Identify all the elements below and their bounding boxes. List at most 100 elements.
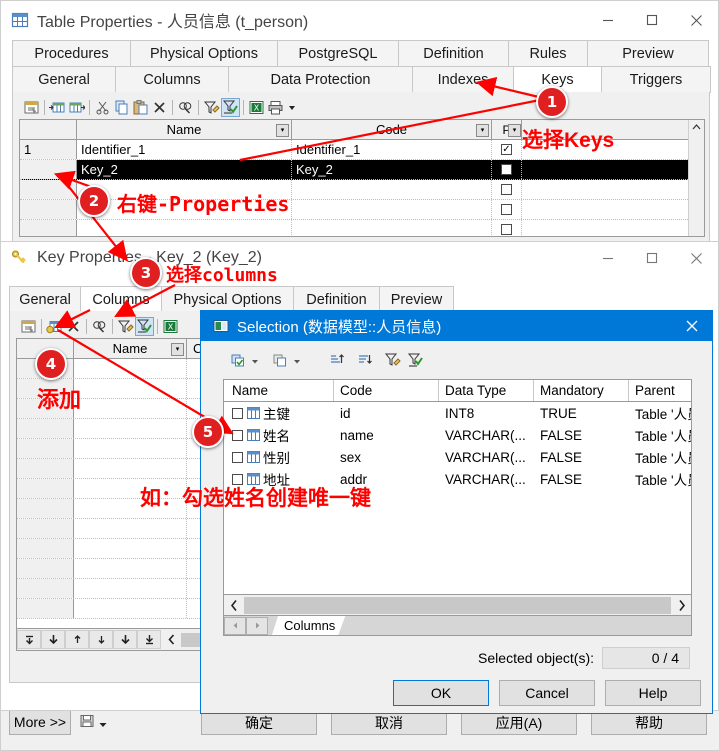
scroll-up-icon[interactable] <box>689 120 704 135</box>
row-code[interactable]: Key_2 <box>292 160 492 179</box>
tab-definition[interactable]: Definition <box>293 286 380 312</box>
chevron-left-icon[interactable] <box>224 599 244 612</box>
row-checkbox[interactable] <box>232 407 243 419</box>
print-icon[interactable] <box>267 99 284 116</box>
last-icon[interactable] <box>137 630 161 649</box>
row-name[interactable] <box>74 579 187 598</box>
row-primary-checkbox-cell[interactable] <box>492 200 522 219</box>
row-name[interactable] <box>74 599 187 618</box>
first-icon[interactable] <box>17 630 41 649</box>
paste-icon[interactable] <box>132 99 149 116</box>
ok-button[interactable]: 确定 <box>201 711 317 735</box>
checkbox-unchecked[interactable] <box>501 164 512 175</box>
row-code[interactable] <box>292 180 492 199</box>
properties-icon[interactable] <box>20 318 37 335</box>
find-icon[interactable] <box>177 99 194 116</box>
row-name[interactable] <box>74 399 187 418</box>
row-primary-checkbox-cell[interactable]: ✓ <box>492 140 522 159</box>
row-primary-checkbox-cell[interactable] <box>492 180 522 199</box>
filter-icon[interactable] <box>384 352 401 369</box>
row-checkbox[interactable] <box>232 429 243 441</box>
sort-asc-icon[interactable] <box>328 352 345 369</box>
tab-preview[interactable]: Preview <box>379 286 454 312</box>
row-name[interactable] <box>74 559 187 578</box>
close-icon[interactable] <box>672 311 712 341</box>
tab-procedures[interactable]: Procedures <box>12 40 131 67</box>
add-row-icon[interactable] <box>68 99 86 116</box>
tab-general[interactable]: General <box>12 66 116 93</box>
row-name[interactable] <box>74 419 187 438</box>
next-icon[interactable] <box>89 630 113 649</box>
cancel-button[interactable]: 取消 <box>331 711 447 735</box>
row-name[interactable] <box>74 519 187 538</box>
dropdown-arrow-icon[interactable] <box>291 352 303 369</box>
tab-rules[interactable]: Rules <box>508 40 588 67</box>
apply-filter-icon[interactable] <box>407 352 424 369</box>
excel-export-icon[interactable]: X <box>162 318 179 335</box>
properties-icon[interactable] <box>23 99 40 116</box>
row-name[interactable] <box>74 359 187 378</box>
maximize-button[interactable] <box>630 242 674 274</box>
add-columns-icon[interactable] <box>46 318 63 335</box>
list-item[interactable]: 主键 id INT8 TRUE Table '人员 <box>224 402 691 424</box>
row-primary-checkbox-cell[interactable] <box>492 160 522 179</box>
row-code[interactable] <box>292 220 492 236</box>
grid-header-code[interactable]: Code ▾ <box>292 120 492 139</box>
row-primary-checkbox-cell[interactable] <box>492 220 522 236</box>
prev-page-icon[interactable] <box>41 630 65 649</box>
checkbox-unchecked[interactable] <box>501 224 512 235</box>
triangle-right-icon[interactable] <box>246 616 268 635</box>
excel-export-icon[interactable]: X <box>248 99 265 116</box>
filter-icon[interactable] <box>203 99 220 116</box>
col-header-data-type[interactable]: Data Type <box>439 380 534 401</box>
tab-postgresql[interactable]: PostgreSQL <box>277 40 399 67</box>
keys-grid-vertical-scrollbar[interactable] <box>688 120 704 236</box>
chevron-down-icon[interactable]: ▾ <box>276 124 289 137</box>
col-header-parent[interactable]: Parent <box>629 380 691 401</box>
dropdown-arrow-icon[interactable] <box>286 99 298 116</box>
chevron-down-icon[interactable]: ▾ <box>508 124 521 137</box>
apply-button[interactable]: 应用(A) <box>461 711 577 735</box>
sort-desc-icon[interactable] <box>356 352 373 369</box>
dropdown-arrow-icon[interactable] <box>98 717 108 732</box>
save-icon[interactable] <box>79 713 95 732</box>
apply-filter-icon[interactable] <box>135 316 154 336</box>
sheet-tab-columns[interactable]: Columns <box>272 616 345 635</box>
col-header-mandatory[interactable]: Mandatory <box>534 380 629 401</box>
deselect-all-icon[interactable] <box>272 352 289 369</box>
chevron-down-icon[interactable]: ▾ <box>171 343 184 356</box>
row-code[interactable] <box>292 200 492 219</box>
maximize-button[interactable] <box>630 1 674 39</box>
table-row[interactable]: Key_2 Key_2 <box>20 160 704 180</box>
cancel-button[interactable]: Cancel <box>499 680 595 706</box>
apply-filter-icon[interactable] <box>221 97 240 117</box>
grid-header-name[interactable]: Name ▾ <box>77 120 292 139</box>
close-button[interactable] <box>674 1 718 39</box>
chevron-left-icon[interactable] <box>166 633 177 646</box>
select-all-icon[interactable] <box>230 352 247 369</box>
dropdown-arrow-icon[interactable] <box>249 352 261 369</box>
row-checkbox[interactable] <box>232 451 243 463</box>
tab-data-protection[interactable]: Data Protection <box>228 66 413 93</box>
tab-triggers[interactable]: Triggers <box>601 66 711 93</box>
chevron-right-icon[interactable] <box>671 599 691 612</box>
row-name[interactable]: Key_2 <box>77 160 292 179</box>
tab-definition[interactable]: Definition <box>398 40 509 67</box>
tab-physical-options[interactable]: Physical Options <box>161 286 294 312</box>
selection-horizontal-scrollbar[interactable] <box>223 595 692 616</box>
row-name[interactable] <box>74 439 187 458</box>
checkbox-unchecked[interactable] <box>501 204 512 215</box>
minimize-button[interactable] <box>586 242 630 274</box>
tab-preview[interactable]: Preview <box>587 40 709 67</box>
delete-icon[interactable] <box>151 99 168 116</box>
list-item[interactable]: 姓名 name VARCHAR(... FALSE Table '人员 <box>224 424 691 446</box>
cut-icon[interactable] <box>94 99 111 116</box>
tab-physical-options[interactable]: Physical Options <box>130 40 278 67</box>
col-header-code[interactable]: Code <box>334 380 439 401</box>
selection-sheet-tabs[interactable]: Columns <box>223 616 692 636</box>
grid-header-name[interactable]: Name ▾ <box>74 339 187 358</box>
next-page-icon[interactable] <box>113 630 137 649</box>
col-header-name[interactable]: Name <box>224 380 334 401</box>
scroll-thumb[interactable] <box>244 596 671 614</box>
help-button[interactable]: 帮助 <box>591 711 707 735</box>
